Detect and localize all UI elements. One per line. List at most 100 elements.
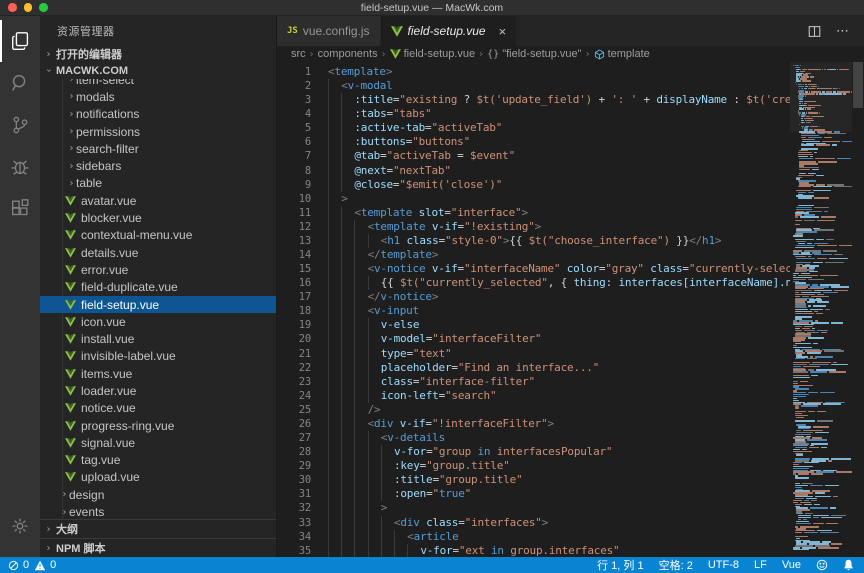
tree-item-field-setup.vue[interactable]: field-setup.vue: [40, 296, 276, 313]
breadcrumb-item-3[interactable]: field-setup.vue: [390, 48, 476, 60]
code-line-3[interactable]: 3:title="existing ? $t('update_field') +…: [277, 93, 790, 107]
code-editor[interactable]: 1<template>2<v-modal3:title="existing ? …: [277, 62, 790, 557]
close-tab-icon[interactable]: ×: [499, 25, 507, 38]
code-line-11[interactable]: 11<template slot="interface">: [277, 206, 790, 220]
code-line-23[interactable]: 23class="interface-filter": [277, 375, 790, 389]
tree-item-invisible-label.vue[interactable]: invisible-label.vue: [40, 348, 276, 365]
explorer-icon[interactable]: [0, 20, 40, 62]
tree-item-modals[interactable]: ›modals: [40, 88, 276, 105]
code-line-25[interactable]: 25/>: [277, 403, 790, 417]
tree-item-install.vue[interactable]: install.vue: [40, 330, 276, 347]
minimap[interactable]: [790, 62, 852, 557]
tree-item-items.vue[interactable]: items.vue: [40, 365, 276, 382]
status-item[interactable]: 行 1, 列 1: [597, 557, 643, 573]
code-line-19[interactable]: 19v-else: [277, 318, 790, 332]
settings-gear-icon[interactable]: [0, 505, 40, 547]
code-line-33[interactable]: 33<div class="interfaces">: [277, 516, 790, 530]
breadcrumb-item-5[interactable]: template: [594, 48, 650, 60]
code-line-16[interactable]: 16{{ $t("currently_selected", { thing: i…: [277, 276, 790, 290]
breadcrumb-item-2[interactable]: components: [318, 48, 378, 60]
feedback-smiley-icon[interactable]: [816, 559, 828, 571]
source-control-icon[interactable]: [0, 104, 40, 146]
code-line-2[interactable]: 2<v-modal: [277, 79, 790, 93]
outline-section[interactable]: › 大纲: [40, 519, 276, 538]
tree-item-error.vue[interactable]: error.vue: [40, 261, 276, 278]
extensions-icon[interactable]: [0, 188, 40, 230]
debug-icon[interactable]: [0, 146, 40, 188]
tree-item-search-filter[interactable]: ›search-filter: [40, 140, 276, 157]
notifications-bell-icon[interactable]: [843, 559, 854, 571]
code-line-28[interactable]: 28v-for="group in interfacesPopular": [277, 445, 790, 459]
split-editor-icon[interactable]: [808, 25, 821, 38]
code-line-17[interactable]: 17</v-notice>: [277, 290, 790, 304]
code-line-13[interactable]: 13<h1 class="style-0">{{ $t("choose_inte…: [277, 234, 790, 248]
status-item[interactable]: UTF-8: [708, 559, 739, 571]
chevron-down-icon: ›: [43, 66, 54, 75]
code-line-8[interactable]: 8@next="nextTab": [277, 164, 790, 178]
errors-status[interactable]: 0: [8, 559, 29, 571]
code-line-5[interactable]: 5:active-tab="activeTab": [277, 121, 790, 135]
code-line-24[interactable]: 24icon-left="search": [277, 389, 790, 403]
code-line-22[interactable]: 22placeholder="Find an interface...": [277, 361, 790, 375]
status-item[interactable]: Vue: [782, 559, 801, 571]
code-line-10[interactable]: 10>: [277, 192, 790, 206]
open-editors-section[interactable]: › 打开的编辑器: [40, 46, 276, 62]
code-line-4[interactable]: 4:tabs="tabs": [277, 107, 790, 121]
tree-item-progress-ring.vue[interactable]: progress-ring.vue: [40, 417, 276, 434]
tree-item-notifications[interactable]: ›notifications: [40, 106, 276, 123]
code-line-9[interactable]: 9@close="$emit('close')": [277, 178, 790, 192]
chevron-right-icon: ›: [67, 143, 76, 154]
tree-item-notice.vue[interactable]: notice.vue: [40, 400, 276, 417]
warnings-status[interactable]: 0: [34, 559, 56, 571]
code-line-20[interactable]: 20v-model="interfaceFilter": [277, 332, 790, 346]
status-item[interactable]: 空格: 2: [659, 557, 693, 573]
tree-item-icon.vue[interactable]: icon.vue: [40, 313, 276, 330]
code-line-26[interactable]: 26<div v-if="!interfaceFilter">: [277, 417, 790, 431]
code-line-12[interactable]: 12<template v-if="!existing">: [277, 220, 790, 234]
status-item[interactable]: LF: [754, 559, 767, 571]
code-line-21[interactable]: 21type="text": [277, 347, 790, 361]
tree-item-details.vue[interactable]: details.vue: [40, 244, 276, 261]
tab-field-setup-vue[interactable]: field-setup.vue ×: [381, 16, 517, 46]
code-line-6[interactable]: 6:buttons="buttons": [277, 135, 790, 149]
npm-scripts-section[interactable]: › NPM 脚本: [40, 538, 276, 557]
tree-item-tag.vue[interactable]: tag.vue: [40, 452, 276, 469]
code-line-18[interactable]: 18<v-input: [277, 304, 790, 318]
code-line-15[interactable]: 15<v-notice v-if="interfaceName" color="…: [277, 262, 790, 276]
code-line-14[interactable]: 14</template>: [277, 248, 790, 262]
tree-item-upload.vue[interactable]: upload.vue: [40, 469, 276, 486]
tree-item-blocker.vue[interactable]: blocker.vue: [40, 209, 276, 226]
tree-item-avatar.vue[interactable]: avatar.vue: [40, 192, 276, 209]
tree-item-sidebars[interactable]: ›sidebars: [40, 157, 276, 174]
close-window-button[interactable]: [8, 3, 17, 12]
code-line-35[interactable]: 35v-for="ext in group.interfaces": [277, 544, 790, 557]
scrollbar-thumb[interactable]: [853, 62, 863, 108]
code-line-1[interactable]: 1<template>: [277, 65, 790, 79]
more-actions-icon[interactable]: ⋯: [836, 23, 850, 39]
editor-scrollbar[interactable]: [852, 62, 864, 557]
zoom-window-button[interactable]: [39, 3, 48, 12]
tree-item-permissions[interactable]: ›permissions: [40, 123, 276, 140]
code-line-31[interactable]: 31:open="true": [277, 487, 790, 501]
breadcrumb-item-4[interactable]: {}"field-setup.vue": [487, 48, 581, 60]
breadcrumb-item-1[interactable]: src: [291, 48, 306, 60]
code-line-30[interactable]: 30:title="group.title": [277, 473, 790, 487]
tree-item-label: notice.vue: [81, 401, 136, 415]
tree-item-item-select[interactable]: ›item-select: [40, 79, 276, 88]
code-line-7[interactable]: 7@tab="activeTab = $event": [277, 149, 790, 163]
tree-item-contextual-menu.vue[interactable]: contextual-menu.vue: [40, 227, 276, 244]
tree-item-field-duplicate.vue[interactable]: field-duplicate.vue: [40, 279, 276, 296]
tree-item-events[interactable]: ›events: [40, 503, 276, 519]
workspace-root-section[interactable]: › MACWK.COM: [40, 62, 276, 79]
tree-item-signal.vue[interactable]: signal.vue: [40, 434, 276, 451]
tree-item-loader.vue[interactable]: loader.vue: [40, 382, 276, 399]
code-line-34[interactable]: 34<article: [277, 530, 790, 544]
code-line-32[interactable]: 32>: [277, 501, 790, 515]
tree-item-design[interactable]: ›design: [40, 486, 276, 503]
code-line-27[interactable]: 27<v-details: [277, 431, 790, 445]
tab-vue-config-js[interactable]: JS vue.config.js: [277, 16, 381, 46]
minimize-window-button[interactable]: [24, 3, 33, 12]
tree-item-table[interactable]: ›table: [40, 175, 276, 192]
code-line-29[interactable]: 29:key="group.title": [277, 459, 790, 473]
search-icon[interactable]: [0, 62, 40, 104]
